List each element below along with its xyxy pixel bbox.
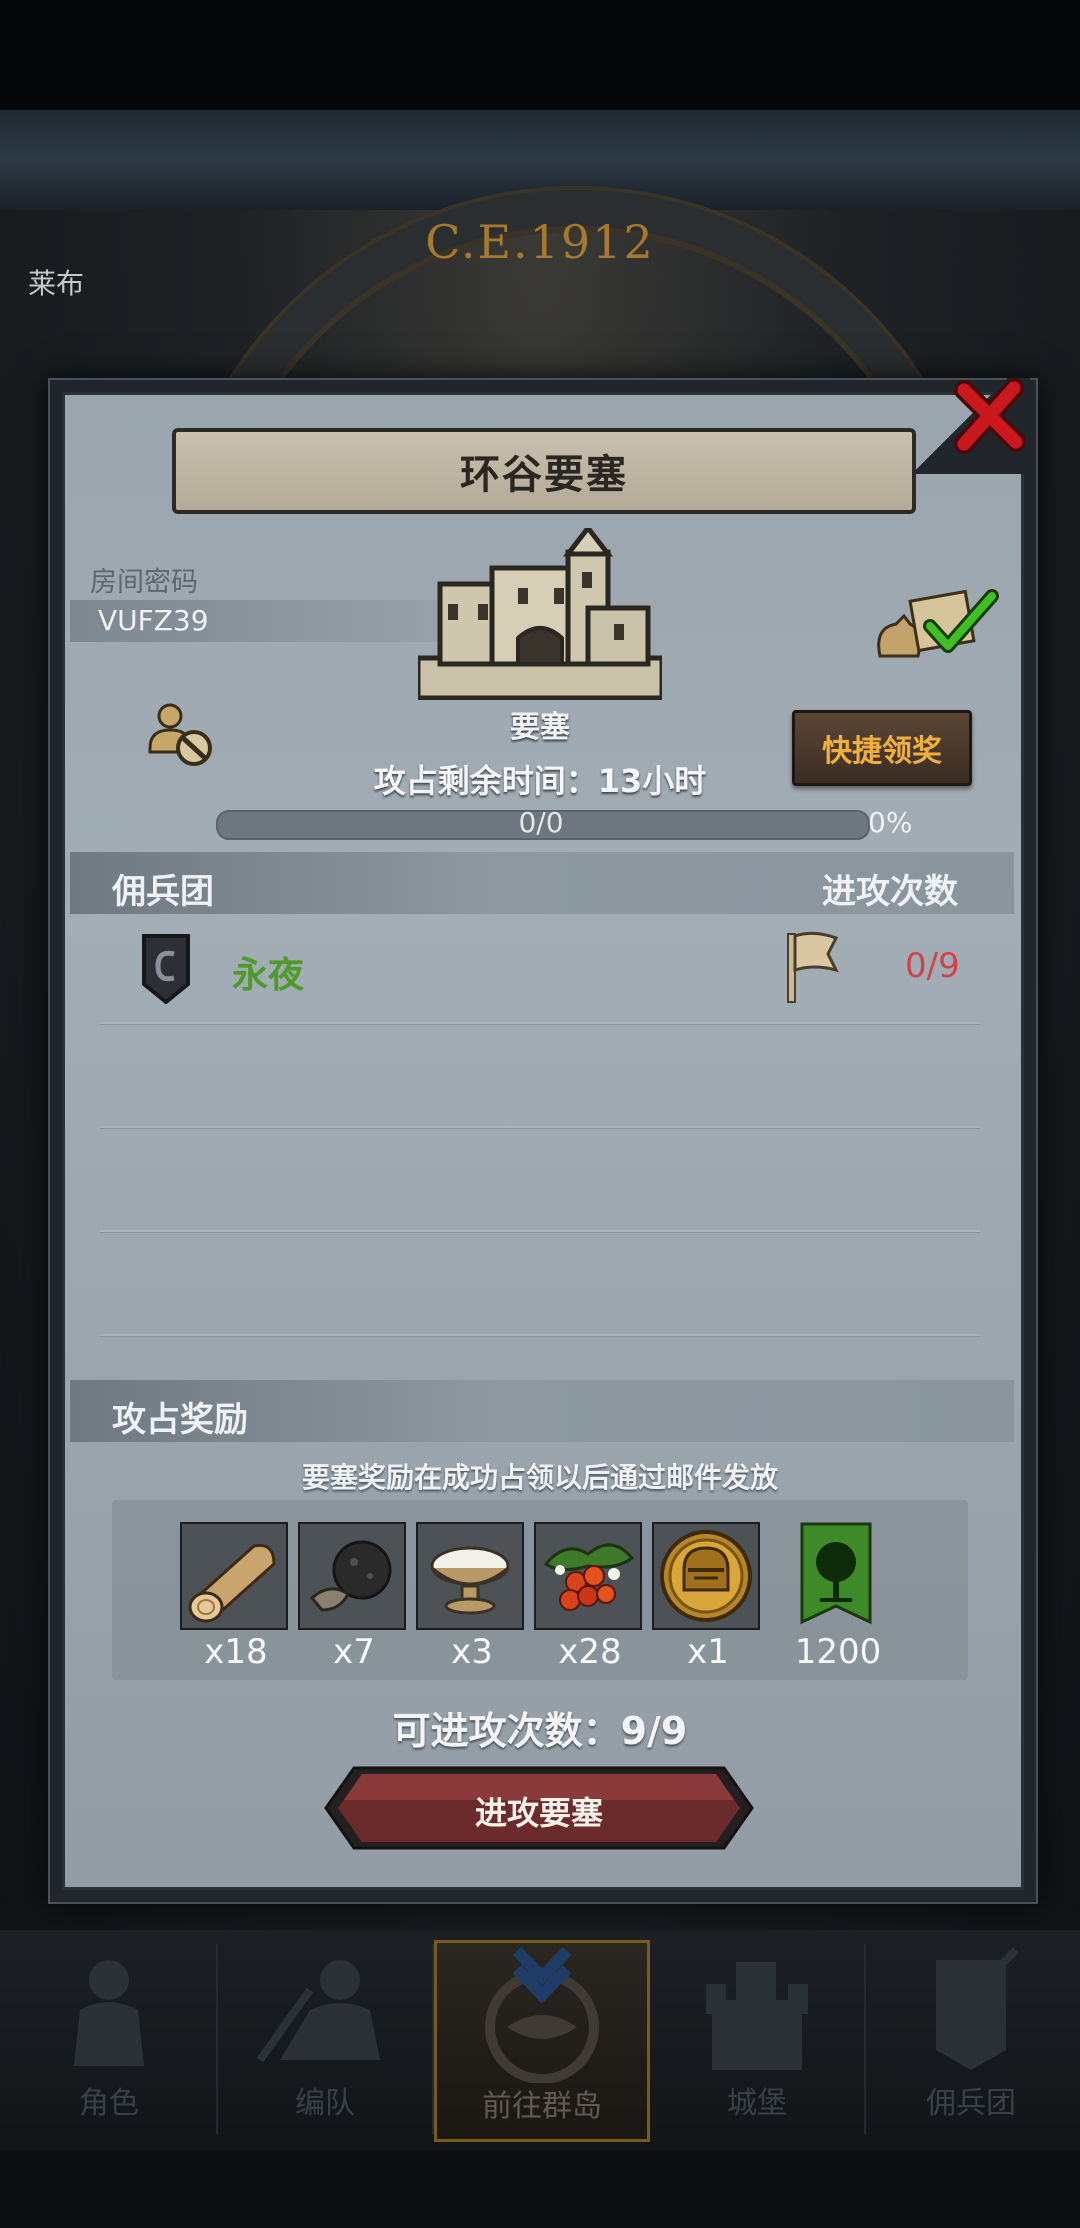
- reward-item[interactable]: [180, 1522, 288, 1630]
- rewards-note: 要塞奖励在成功占领以后通过邮件发放: [301, 1461, 778, 1494]
- knight-helmet-coin-icon: [652, 1522, 760, 1630]
- reward-quantity: 1200: [794, 1632, 882, 1672]
- progress-value: 0/0: [518, 806, 564, 839]
- rewards-header: 攻占奖励: [112, 1400, 248, 1440]
- compass-icon: [485, 1946, 599, 2084]
- nav-item-islands[interactable]: 前往群岛: [434, 1940, 650, 2142]
- close-button[interactable]: [950, 378, 1030, 458]
- nav-divider: [216, 1944, 218, 2134]
- reward-item[interactable]: [652, 1522, 760, 1630]
- knight-icon: [74, 1960, 144, 2066]
- fortress-icon: [418, 528, 662, 700]
- nav-item-formation[interactable]: 编队: [220, 1940, 430, 2136]
- dialog-title: 环谷要塞: [460, 452, 628, 498]
- row-divider: [100, 1334, 980, 1337]
- guild-banner-icon: [800, 1522, 872, 1625]
- mercenary-icon: [936, 1947, 1019, 2070]
- row-divider: [100, 1022, 980, 1025]
- nav-label: 城堡: [727, 2086, 787, 2121]
- era-label: C.E.1912: [425, 215, 655, 269]
- log-icon: [180, 1522, 288, 1630]
- berries-icon: [534, 1522, 642, 1630]
- nav-item-character[interactable]: 角色: [4, 1940, 214, 2136]
- reward-quantity: x1: [687, 1632, 729, 1672]
- quick-claim-label: 快捷领奖: [822, 734, 942, 769]
- nav-label: 佣兵团: [926, 2086, 1016, 2121]
- row-divider: [100, 1230, 980, 1233]
- fortress-type-label: 要塞: [510, 710, 570, 745]
- title-plate: 环谷要塞: [172, 428, 916, 514]
- mercenary-column-header: 佣兵团: [112, 872, 214, 912]
- reward-item[interactable]: [800, 1522, 876, 1630]
- truffle-icon: [298, 1522, 406, 1630]
- room-code: VUFZ39: [98, 604, 209, 637]
- close-icon: [954, 378, 1026, 454]
- reward-item[interactable]: [416, 1522, 524, 1630]
- no-user-icon[interactable]: [146, 700, 216, 770]
- status-area: [0, 0, 1080, 110]
- nav-item-castle[interactable]: 城堡: [652, 1940, 862, 2136]
- nav-item-mercenaries[interactable]: 佣兵团: [866, 1940, 1076, 2136]
- guild-name: 永夜: [232, 955, 305, 996]
- formation-icon: [256, 1960, 380, 2063]
- remaining-attempts: 可进攻次数：9/9: [392, 1709, 688, 1753]
- row-divider: [100, 1126, 980, 1129]
- quick-claim-button[interactable]: 快捷领奖: [792, 710, 972, 786]
- attack-count-column-header: 进攻次数: [822, 872, 958, 912]
- flag-icon: [787, 931, 839, 1003]
- reward-item[interactable]: [534, 1522, 642, 1630]
- attack-fortress-label: 进攻要塞: [474, 1794, 603, 1832]
- castle-icon: [706, 1962, 808, 2070]
- nav-label: 前往群岛: [482, 2089, 602, 2124]
- guild-attack-count: 0/9: [905, 946, 960, 986]
- nav-label: 角色: [79, 2086, 139, 2121]
- system-nav-area: [0, 2150, 1080, 2228]
- reward-item[interactable]: [298, 1522, 406, 1630]
- nav-label: 编队: [295, 2086, 355, 2121]
- guild-emblem-icon: [142, 934, 190, 1004]
- progress-percent: 0%: [868, 806, 913, 839]
- rewards-collected-icon[interactable]: [874, 586, 1000, 662]
- background-side-label: 莱布: [28, 267, 85, 300]
- occupation-time-remaining: 攻占剩余时间：13小时: [373, 762, 707, 800]
- room-password-label: 房间密码: [90, 567, 198, 598]
- salt-bowl-icon: [416, 1522, 524, 1630]
- table-row[interactable]: [80, 922, 1000, 1022]
